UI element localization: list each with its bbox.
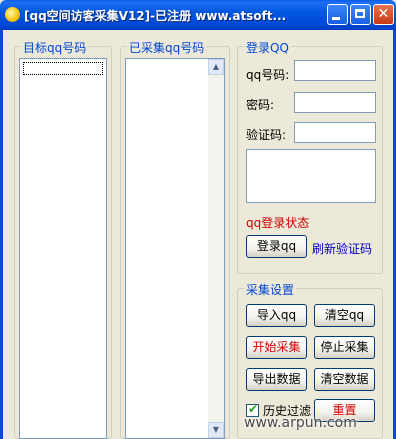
scroll-down-icon[interactable]: ▼ — [208, 422, 224, 438]
qq-number-label: qq号码: — [246, 68, 290, 82]
site-watermark: www.arpun.com — [244, 415, 357, 431]
clear-qq-button[interactable]: 清空qq — [314, 304, 375, 327]
login-group-label: 登录QQ — [244, 39, 291, 56]
import-qq-button[interactable]: 导入qq — [246, 304, 307, 327]
start-collect-button[interactable]: 开始采集 — [246, 336, 307, 359]
maximize-icon — [355, 9, 365, 18]
collected-qq-label: 已采集qq号码 — [127, 39, 207, 56]
clear-data-button[interactable]: 清空数据 — [314, 368, 375, 391]
export-data-button[interactable]: 导出数据 — [246, 368, 307, 391]
stop-collect-button[interactable]: 停止采集 — [314, 336, 375, 359]
target-qq-label: 目标qq号码 — [21, 39, 89, 56]
password-label: 密码: — [246, 98, 275, 112]
qq-number-input[interactable] — [294, 60, 376, 81]
scroll-up-icon[interactable]: ▲ — [208, 59, 224, 75]
captcha-image[interactable] — [246, 149, 376, 203]
refresh-captcha-link[interactable]: 刷新验证码 — [312, 240, 372, 257]
password-input[interactable] — [294, 92, 376, 113]
close-icon: ✕ — [377, 6, 390, 22]
maximize-button[interactable] — [350, 4, 371, 25]
title-bar[interactable]: [qq空间访客采集V12]-已注册 www.atsoft... ✕ — [0, 0, 396, 30]
captcha-label: 验证码: — [246, 128, 287, 142]
checkmark-icon: ✔ — [248, 402, 259, 416]
minimize-button[interactable] — [327, 4, 348, 25]
collect-settings-label: 采集设置 — [244, 281, 297, 298]
login-status: qq登录状态 — [246, 216, 310, 230]
login-button[interactable]: 登录qq — [246, 235, 307, 258]
window-title: [qq空间访客采集V12]-已注册 www.atsoft... — [24, 9, 287, 23]
captcha-input[interactable] — [294, 122, 376, 143]
minimize-icon — [332, 17, 340, 20]
list-focus-item[interactable] — [23, 62, 103, 75]
app-icon[interactable] — [5, 7, 20, 22]
target-qq-list[interactable] — [19, 58, 107, 439]
close-button[interactable]: ✕ — [373, 4, 394, 25]
collected-qq-list[interactable]: ▲ ▼ — [125, 58, 225, 439]
collected-list-scrollbar[interactable]: ▲ ▼ — [208, 59, 224, 438]
window-border-left — [0, 30, 3, 439]
